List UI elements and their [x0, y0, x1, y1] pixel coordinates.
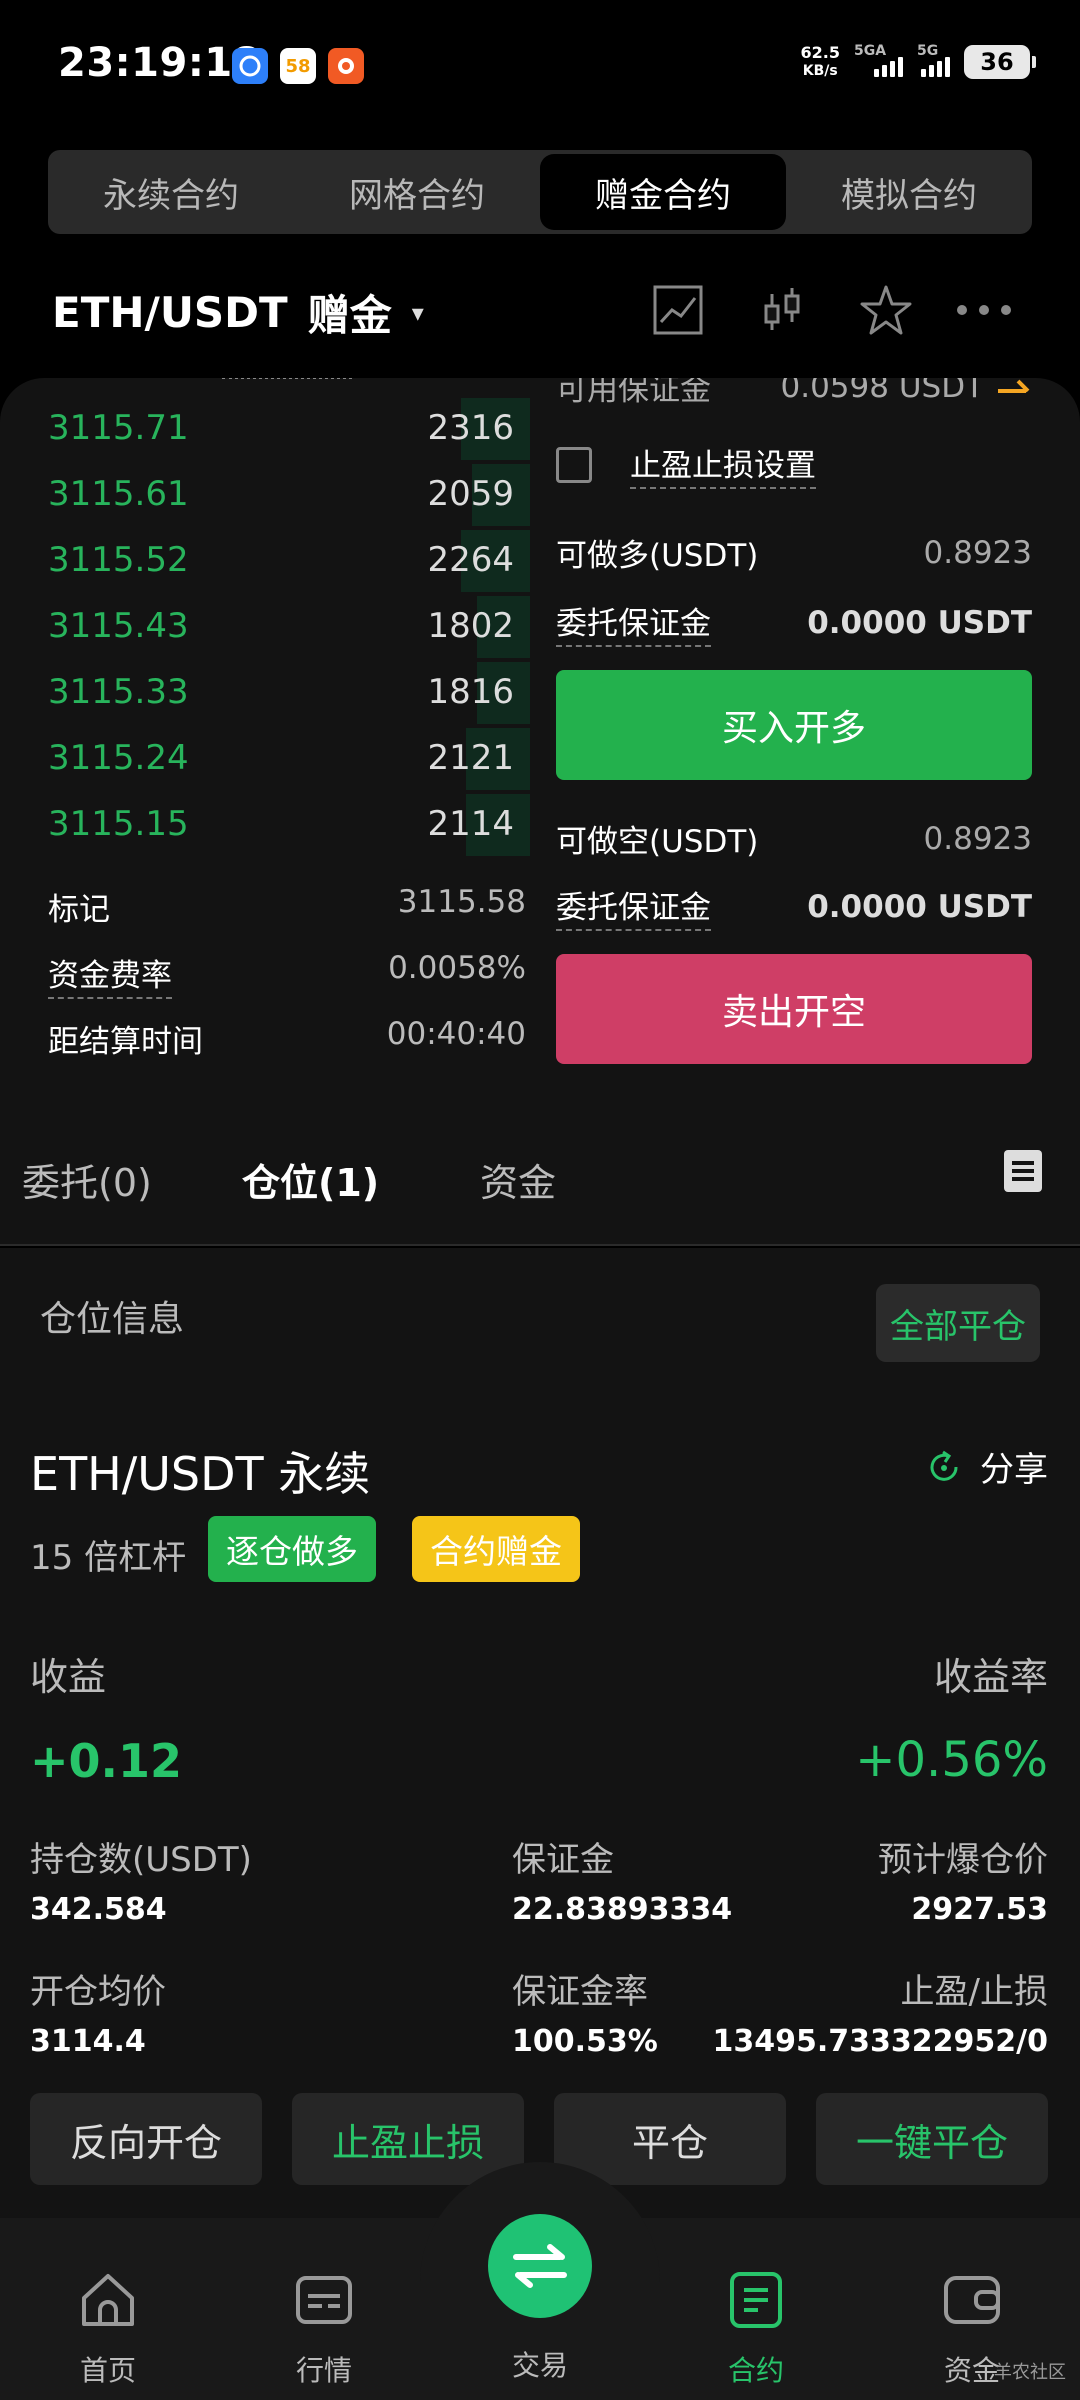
candlestick-icon[interactable]: [754, 282, 810, 338]
bonus-badge: 合约赠金: [412, 1516, 580, 1582]
buy-long-button[interactable]: 买入开多: [556, 670, 1032, 780]
wallet-icon: [944, 2276, 1000, 2324]
position-mode-badge: 逐仓做多: [208, 1516, 376, 1582]
margin-ratio-label: 保证金率: [512, 1972, 648, 2012]
short-margin-row: 委托保证金 0.0000 USDT: [556, 882, 1032, 931]
one-click-close-button[interactable]: 一键平仓: [816, 2093, 1048, 2185]
more-icon[interactable]: [952, 282, 1016, 338]
pair-symbol: ETH/USDT: [52, 288, 288, 337]
orderbook-row[interactable]: 3115.71 2316: [0, 398, 530, 464]
section-title: 仓位信息: [40, 1299, 185, 1340]
funding-rate-row[interactable]: 资金费率 0.0058%: [48, 950, 526, 999]
margin-ratio-value: 100.53%: [512, 2024, 658, 2059]
records-tabs: 委托(0) 仓位(1) 资金: [0, 1078, 1080, 1246]
market-icon: [296, 2276, 352, 2324]
tab-demo[interactable]: 模拟合约: [786, 150, 1032, 234]
available-margin-row: 可用保证金 0.0598 USDT: [556, 378, 1032, 409]
home-icon: [82, 2274, 134, 2326]
orderbook-row[interactable]: 3115.52 2264: [0, 530, 530, 596]
chevron-down-icon: ▾: [411, 298, 424, 327]
margin-label: 保证金: [512, 1840, 614, 1880]
tpsl-setting[interactable]: 止盈止损设置: [556, 440, 1032, 489]
close-all-button[interactable]: 全部平仓: [876, 1284, 1040, 1362]
roe-label: 收益率: [933, 1655, 1048, 1699]
position-section: 仓位信息 全部平仓 ETH/USDT 永续 分享 15 倍杠杆 逐仓做多 合约赠…: [0, 1248, 1080, 2248]
orderbook-row[interactable]: 3115.24 2121: [0, 728, 530, 794]
notification-app2-icon: [328, 48, 364, 84]
roe-value: +0.56%: [855, 1732, 1048, 1788]
bottom-nav: 首页 行情 交易 合约 资金 羊农社区: [0, 2162, 1080, 2400]
tpsl-value: 13495.733322952/0: [712, 2024, 1048, 2059]
leverage-label: 15 倍杠杆: [30, 1538, 187, 1578]
share-icon: [930, 1450, 958, 1481]
network-speed: 62.5 KB/s: [800, 43, 840, 80]
mark-price-row: 标记 3115.58: [48, 884, 526, 928]
short-available-row: 可做空(USDT) 0.8923: [556, 820, 1032, 861]
tpsl-label: 止盈/止损: [900, 1972, 1048, 2012]
watermark: 羊农社区: [994, 2362, 1066, 2383]
orderbook-row[interactable]: 3115.43 1802: [0, 596, 530, 662]
long-available-row: 可做多(USDT) 0.8923: [556, 534, 1032, 575]
status-icons: 62.5 KB/s 5GA 5G 36: [800, 43, 1036, 80]
orderbook-row[interactable]: 3115.33 1816: [0, 662, 530, 728]
transfer-arrow-icon: [998, 379, 1030, 393]
chart-icon[interactable]: [650, 282, 706, 338]
sell-short-button[interactable]: 卖出开空: [556, 954, 1032, 1064]
tab-funds[interactable]: 资金: [480, 1152, 556, 1207]
clock: 23:19:18: [58, 40, 261, 86]
document-icon[interactable]: [1004, 1150, 1042, 1192]
tab-perpetual[interactable]: 永续合约: [48, 150, 294, 234]
size-label: 持仓数(USDT): [30, 1840, 252, 1880]
contract-icon: [730, 2272, 782, 2328]
close-position-button[interactable]: 平仓: [554, 2093, 786, 2185]
nav-trade-label[interactable]: 交易: [480, 2344, 600, 2384]
notification-58-icon: 58: [280, 48, 316, 84]
pair-selector[interactable]: ETH/USDT 赠金 ▾: [52, 282, 424, 343]
battery-icon: 36: [964, 45, 1036, 79]
tab-grid[interactable]: 网格合约: [294, 150, 540, 234]
notification-app-icon: [232, 48, 268, 84]
tpsl-button[interactable]: 止盈止损: [292, 2093, 524, 2185]
signal-icon-1: 5GA: [854, 43, 903, 77]
liquidation-value: 2927.53: [911, 1892, 1048, 1927]
contract-type-tabs: 永续合约 网格合约 赠金合约 模拟合约: [48, 150, 1032, 234]
tab-positions[interactable]: 仓位(1): [242, 1152, 379, 1207]
nav-home[interactable]: 首页: [48, 2268, 168, 2389]
settlement-time-row: 距结算时间 00:40:40: [48, 1016, 526, 1060]
pnl-label: 收益: [30, 1655, 107, 1699]
orderbook-divider: [222, 378, 352, 379]
liquidation-label: 预计爆仓价: [878, 1840, 1048, 1880]
tab-bonus[interactable]: 赠金合约: [540, 154, 786, 230]
nav-contract[interactable]: 合约: [696, 2268, 816, 2389]
position-name: ETH/USDT 永续: [30, 1447, 371, 1501]
tpsl-checkbox[interactable]: [556, 446, 592, 483]
entry-value: 3114.4: [30, 2024, 146, 2059]
entry-label: 开仓均价: [30, 1972, 166, 2012]
margin-value: 22.83893334: [512, 1892, 733, 1927]
long-margin-row: 委托保证金 0.0000 USDT: [556, 598, 1032, 647]
pnl-value: +0.12: [30, 1734, 183, 1788]
swap-icon: [513, 2244, 567, 2288]
pair-tag: 赠金: [307, 291, 392, 340]
trade-panel: 3115.71 2316 3115.61 2059 3115.52 2264 3…: [0, 378, 1080, 1078]
orderbook-row[interactable]: 3115.61 2059: [0, 464, 530, 530]
share-button[interactable]: 分享: [924, 1442, 1048, 1491]
tab-orders[interactable]: 委托(0): [22, 1152, 152, 1207]
nav-market[interactable]: 行情: [264, 2268, 384, 2389]
signal-icon-2: 5G: [917, 43, 950, 77]
star-icon[interactable]: [858, 282, 914, 338]
trade-fab[interactable]: [488, 2214, 592, 2318]
reverse-open-button[interactable]: 反向开仓: [30, 2093, 262, 2185]
orderbook-row[interactable]: 3115.15 2114: [0, 794, 530, 860]
size-value: 342.584: [30, 1892, 167, 1927]
status-bar: 23:19:18 58 62.5 KB/s 5GA 5G 36: [0, 0, 1080, 130]
